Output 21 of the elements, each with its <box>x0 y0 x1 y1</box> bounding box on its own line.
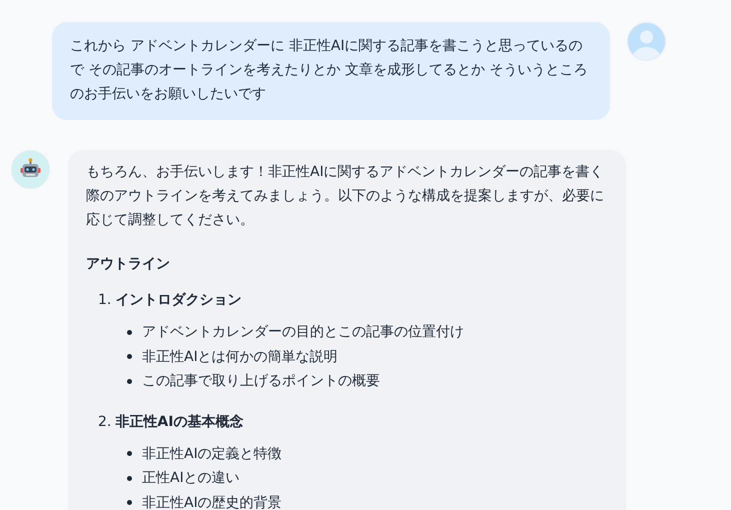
list-number: 1. <box>98 291 112 310</box>
list-item: アドベントカレンダーの目的とこの記事の位置付け <box>142 323 464 342</box>
list-item: 非正性AIの歴史的背景 <box>142 494 282 510</box>
section-title: 非正性AIの基本概念 <box>115 412 244 432</box>
list-item: 正性AIとの違い <box>142 469 240 488</box>
list-item: 非正性AIの定義と特徴 <box>142 444 282 464</box>
robot-avatar-icon <box>11 150 50 189</box>
bullet-icon <box>127 451 132 456</box>
bullet-icon <box>127 476 132 481</box>
bullet-icon <box>127 354 132 360</box>
section-title: イントロダクション <box>115 291 242 310</box>
list-number: 2. <box>98 412 112 432</box>
user-avatar-icon <box>627 22 666 61</box>
bullet-icon <box>127 330 132 335</box>
message-text: もちろん、お手伝いします！非正性AIに関するアドベントカレンダーの記事を書く際のアウトラインを考えてみましょう。以下のような構成を提案しますが、必要に応じて調整してください。 <box>86 163 605 230</box>
outline-heading: アウトライン <box>86 255 171 274</box>
list-item: この記事で取り上げるポイントの概要 <box>142 372 380 391</box>
bullet-icon <box>127 500 132 506</box>
list-item: 非正性AIとは何かの簡単な説明 <box>142 348 338 366</box>
user-message: これから アドベントカレンダーに 非正性AIに関する記事を書こうと思っているので その記事のオートラインを考えたりとか 文章を成形してるとか そういうところのお手伝いをお願いしたいです <box>52 22 610 120</box>
bullet-icon <box>127 378 132 384</box>
